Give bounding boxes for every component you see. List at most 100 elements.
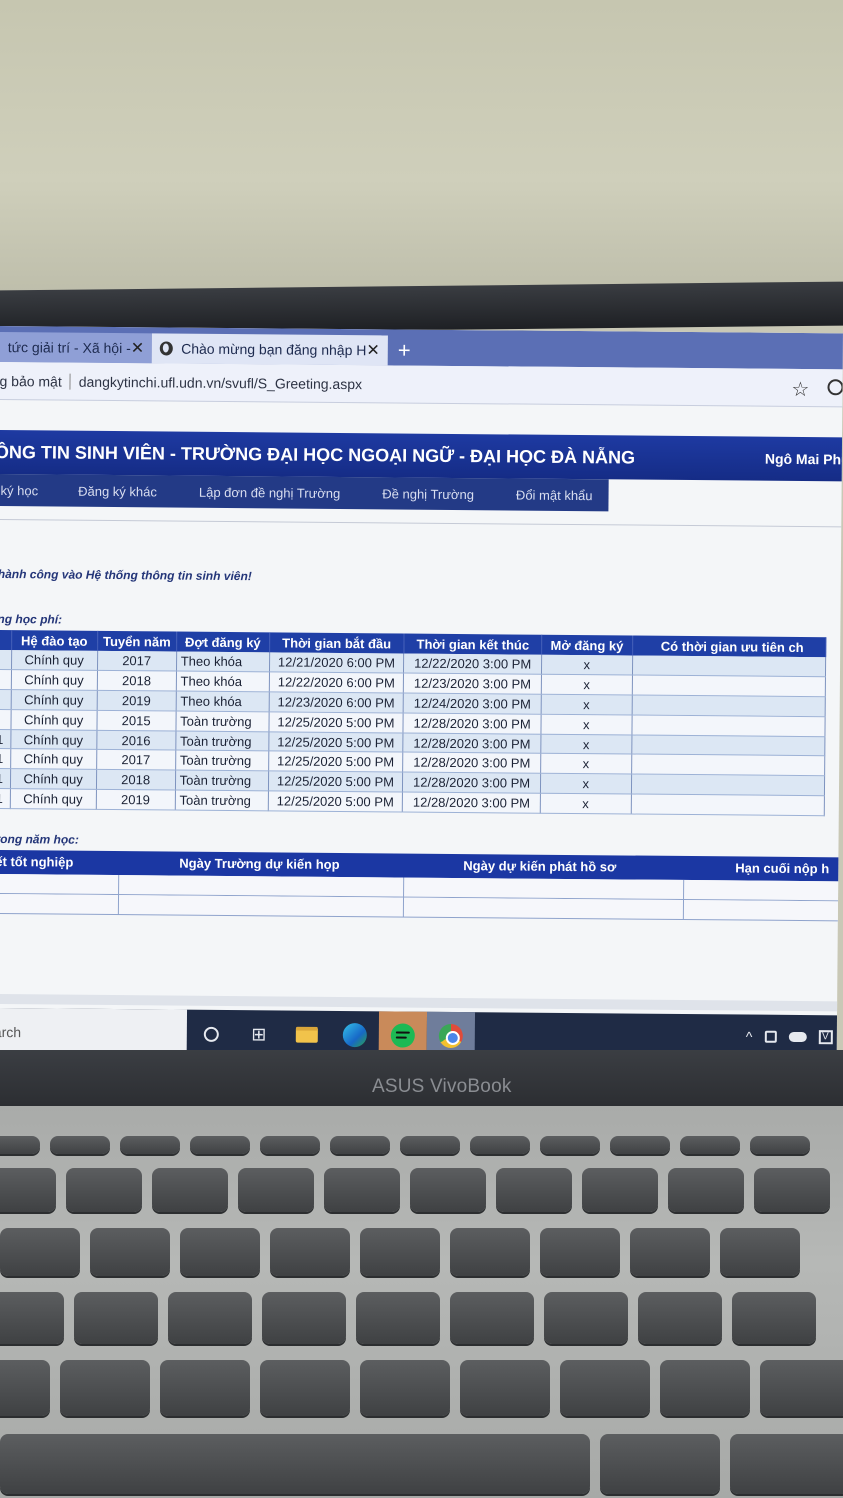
key bbox=[732, 1292, 816, 1344]
key-row bbox=[0, 1228, 800, 1276]
table-cell: Chính quy bbox=[10, 749, 97, 770]
col-header: Ngày dự kiến phát hồ sơ bbox=[463, 858, 617, 875]
nav-item-request[interactable]: Đề nghị Trường bbox=[382, 486, 474, 502]
col-header: Có thời gian ưu tiên ch bbox=[632, 635, 826, 658]
col-header: ết tốt nghiệp bbox=[0, 853, 74, 870]
table-cell: x bbox=[540, 793, 632, 814]
key bbox=[330, 1136, 390, 1154]
col-header: Mở đăng ký bbox=[541, 634, 633, 656]
table-cell: 12/28/2020 3:00 PM bbox=[402, 792, 541, 814]
security-label[interactable]: g bảo mật bbox=[0, 372, 71, 390]
key bbox=[720, 1228, 800, 1276]
key bbox=[60, 1360, 150, 1416]
table-cell: Chính quy bbox=[11, 650, 98, 671]
table-cell: 2019 bbox=[96, 690, 176, 711]
key bbox=[160, 1360, 250, 1416]
user-name[interactable]: Ngô Mai Phư bbox=[765, 451, 843, 468]
table-cell: Toàn trường bbox=[175, 750, 269, 772]
edge-icon bbox=[342, 1023, 367, 1048]
table-cell: Chính quy bbox=[10, 729, 97, 750]
table-cell bbox=[630, 794, 825, 816]
table-cell: 1 bbox=[0, 709, 11, 730]
table-cell: x bbox=[541, 654, 633, 676]
folder-icon bbox=[295, 1026, 318, 1043]
table-cell: 12/24/2020 3:00 PM bbox=[403, 693, 542, 715]
address-bar[interactable]: g bảo mật dangkytinchi.ufl.udn.vn/svufl/… bbox=[0, 361, 843, 408]
table-cell: 2015 bbox=[96, 710, 176, 731]
tab-title: tức giải trí - Xã hội - bbox=[7, 339, 131, 357]
table-cell: 12/25/2020 5:00 PM bbox=[267, 771, 403, 793]
col-header: Tuyển năm bbox=[97, 630, 177, 652]
nav-item-register[interactable]: ký học bbox=[1, 483, 39, 498]
key bbox=[168, 1292, 252, 1344]
browser-tab-greeting[interactable]: Chào mừng bạn đăng nhập H ✕ bbox=[151, 333, 388, 366]
key bbox=[50, 1136, 110, 1154]
table-cell: 12/22/2020 3:00 PM bbox=[403, 653, 542, 675]
bookmark-star-icon[interactable]: ☆ bbox=[791, 377, 809, 402]
registration-table: Hệ đào tạo Tuyển năm Đợt đăng ký Thời gi… bbox=[0, 629, 826, 816]
table-cell: Chính quy bbox=[10, 709, 97, 731]
table-cell: Chính quy bbox=[10, 768, 97, 790]
key bbox=[0, 1228, 80, 1276]
cortana-icon bbox=[203, 1026, 219, 1042]
close-tab-icon[interactable]: ✕ bbox=[131, 338, 145, 358]
system-tray: ^ V bbox=[746, 1029, 833, 1046]
nav-item-change-password[interactable]: Đổi mật khẩu bbox=[516, 487, 593, 503]
tray-arrow-icon[interactable]: ^ bbox=[746, 1029, 753, 1045]
nav-item-other-register[interactable]: Đăng ký khác bbox=[78, 483, 157, 499]
background-wall bbox=[0, 0, 843, 300]
key bbox=[152, 1168, 228, 1212]
table-cell: 21 bbox=[0, 788, 11, 809]
table-cell: 12/28/2020 3:00 PM bbox=[403, 712, 542, 734]
graduation-table: ết tốt nghiệp Ngày Trường dự kiến họp Ng… bbox=[0, 849, 843, 922]
key-row bbox=[0, 1360, 843, 1416]
tray-app-icon[interactable]: V bbox=[818, 1030, 833, 1045]
table-cell: x bbox=[540, 733, 632, 755]
battery-icon[interactable] bbox=[764, 1030, 777, 1043]
table-cell: 12/28/2020 3:00 PM bbox=[402, 752, 541, 774]
table-cell: 12/22/2020 6:00 PM bbox=[268, 672, 404, 694]
table-cell: Toàn trường bbox=[174, 790, 268, 811]
col-header bbox=[0, 629, 12, 651]
key bbox=[540, 1228, 620, 1276]
key bbox=[0, 1136, 40, 1154]
key bbox=[260, 1136, 320, 1154]
table-cell: 21 bbox=[0, 729, 11, 750]
key bbox=[638, 1292, 722, 1344]
key bbox=[180, 1228, 260, 1276]
key bbox=[668, 1168, 744, 1212]
key bbox=[0, 1434, 590, 1494]
globe-icon bbox=[159, 341, 174, 356]
key bbox=[760, 1360, 843, 1416]
new-tab-button[interactable]: + bbox=[398, 335, 411, 365]
table-cell bbox=[632, 655, 826, 678]
cloud-icon[interactable] bbox=[788, 1031, 807, 1043]
close-tab-icon[interactable]: ✕ bbox=[366, 340, 380, 360]
key bbox=[460, 1360, 550, 1416]
key bbox=[540, 1136, 600, 1154]
table-cell bbox=[631, 734, 825, 757]
table-cell: 12/28/2020 3:00 PM bbox=[402, 772, 541, 794]
table-cell: x bbox=[540, 773, 632, 795]
key bbox=[356, 1292, 440, 1344]
nav-item-create-request[interactable]: Lập đơn đề nghị Trường bbox=[199, 484, 341, 500]
table-cell: x bbox=[541, 694, 632, 715]
table-cell: 12/25/2020 5:00 PM bbox=[268, 711, 404, 733]
main-nav: ký học Đăng ký khác Lập đơn đề nghị Trườ… bbox=[0, 473, 609, 512]
site-title: ÔNG TIN SINH VIÊN - TRƯỜNG ĐẠI HỌC NGOẠI… bbox=[0, 441, 636, 468]
url-text[interactable]: dangkytinchi.ufl.udn.vn/svufl/S_Greeting… bbox=[79, 373, 362, 391]
key bbox=[0, 1292, 64, 1344]
site-header: ÔNG TIN SINH VIÊN - TRƯỜNG ĐẠI HỌC NGOẠI… bbox=[0, 429, 843, 482]
key bbox=[610, 1136, 670, 1154]
key bbox=[0, 1360, 50, 1416]
table-cell: x bbox=[540, 753, 632, 775]
extension-icon[interactable] bbox=[827, 379, 843, 396]
table-cell: x bbox=[540, 714, 632, 735]
table-cell: 2017 bbox=[96, 749, 176, 771]
key bbox=[496, 1168, 572, 1212]
browser-tab-news[interactable]: tức giải trí - Xã hội - ✕ bbox=[0, 331, 152, 364]
table-cell bbox=[631, 714, 826, 737]
key bbox=[470, 1136, 530, 1154]
key bbox=[262, 1292, 346, 1344]
key bbox=[660, 1360, 750, 1416]
